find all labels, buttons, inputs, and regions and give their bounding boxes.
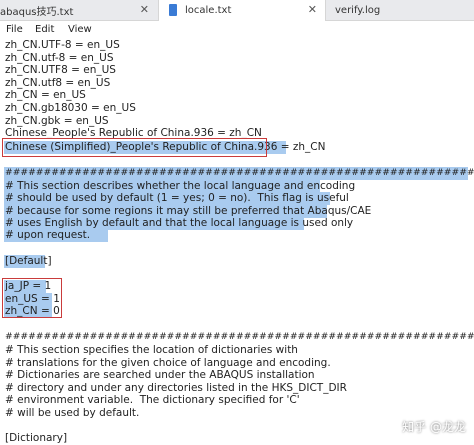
text-line: zh_CN = en_US xyxy=(5,89,86,102)
close-icon[interactable]: ✕ xyxy=(308,3,317,16)
text-line: # upon request. xyxy=(5,229,91,241)
text-line: ########################################… xyxy=(5,167,474,178)
text-line: # This section specifies the location of… xyxy=(5,344,298,356)
tab-abaqus-tips[interactable]: abaqus技巧.txt ✕ xyxy=(0,0,157,20)
tab-label: verify.log xyxy=(335,4,381,16)
text-line: zh_CN.UTF8 = en_US xyxy=(5,64,116,77)
text-line: # should be used by default (1 = yes; 0 … xyxy=(5,192,349,204)
text-line: ########################################… xyxy=(5,331,474,342)
red-highlight-box xyxy=(2,278,62,318)
text-line: # directory and under any directories li… xyxy=(5,382,347,394)
text-line: zh_CN.utf-8 = en_US xyxy=(5,51,114,64)
text-line: # uses English by default and that the l… xyxy=(5,217,354,229)
tab-locale[interactable]: locale.txt ✕ xyxy=(158,0,326,21)
tab-verify-log[interactable]: verify.log xyxy=(327,0,474,20)
text-line: # translations for the given choice of l… xyxy=(5,357,331,369)
text-line: zh_CN.gbk = en_US xyxy=(5,114,109,127)
text-line: # Dictionaries are searched under the AB… xyxy=(5,369,315,381)
close-icon[interactable]: ✕ xyxy=(140,3,149,16)
text-line: [Dictionary] xyxy=(5,432,68,444)
menu-edit[interactable]: Edit xyxy=(35,24,54,35)
file-icon xyxy=(169,4,177,16)
menu-bar: File Edit View xyxy=(0,21,474,39)
text-line: # environment variable. The dictionary s… xyxy=(5,394,300,406)
menu-file[interactable]: File xyxy=(6,24,23,35)
watermark: 知乎 @龙龙 xyxy=(402,420,466,434)
text-line: zh_CN.UTF-8 = en_US xyxy=(5,39,120,51)
text-line: # This section describes whether the loc… xyxy=(5,180,356,192)
red-highlight-box xyxy=(2,138,267,157)
text-editor[interactable]: zh_CN.UTF-8 = en_US zh_CN.utf-8 = en_US … xyxy=(0,39,474,445)
text-line: # will be used by default. xyxy=(5,407,140,419)
text-line: zh_CN.utf8 = en_US xyxy=(5,76,111,89)
text-line: zh_CN.gb18030 = en_US xyxy=(5,102,136,114)
text-line: [Default] xyxy=(5,255,52,267)
menu-view[interactable]: View xyxy=(68,24,92,35)
text-line: # because for some regions it may still … xyxy=(5,205,372,217)
tab-bar: abaqus技巧.txt ✕ locale.txt ✕ verify.log xyxy=(0,0,474,21)
tab-label: abaqus技巧.txt xyxy=(0,6,74,18)
